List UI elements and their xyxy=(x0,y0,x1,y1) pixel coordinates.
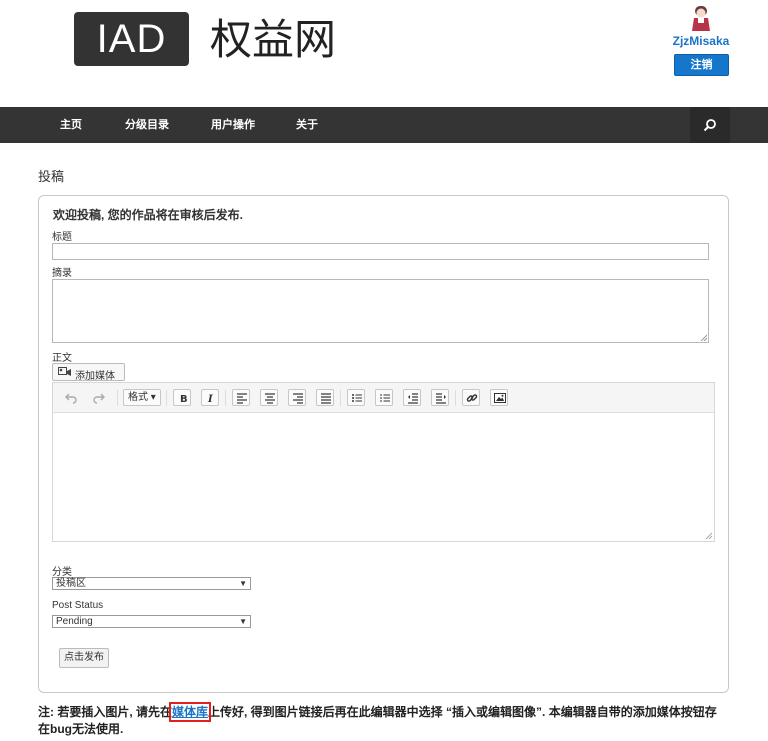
page-title: 投稿 xyxy=(38,169,65,184)
nav-item-home[interactable]: 主页 xyxy=(60,107,82,143)
category-value: 投稿区 xyxy=(56,578,86,589)
title-input[interactable] xyxy=(52,243,709,260)
bold-icon: B xyxy=(180,394,188,404)
resize-grip-icon[interactable] xyxy=(705,532,712,539)
undo-button[interactable] xyxy=(61,389,79,406)
numbered-list-icon xyxy=(380,394,390,402)
category-select[interactable]: 投稿区 ▼ xyxy=(52,577,251,590)
numbered-list-button[interactable] xyxy=(375,389,393,406)
undo-icon xyxy=(65,393,77,404)
format-dropdown[interactable]: 格式 ▾ xyxy=(123,389,161,406)
toolbar-divider xyxy=(455,390,456,406)
submit-button[interactable]: 点击发布 xyxy=(59,648,109,668)
align-right-icon xyxy=(293,393,303,404)
svg-text:B: B xyxy=(180,394,188,404)
insert-image-button[interactable] xyxy=(490,389,508,406)
indent-icon xyxy=(436,393,446,404)
body-label: 正文 xyxy=(52,353,72,364)
outdent-button[interactable] xyxy=(403,389,421,406)
toolbar-divider xyxy=(225,390,226,406)
indent-button[interactable] xyxy=(431,389,449,406)
submission-form: 欢迎投稿, 您的作品将在审核后发布. 标题 摘录 正文 添加媒体 格式 ▾ B … xyxy=(38,195,729,693)
welcome-message: 欢迎投稿, 您的作品将在审核后发布. xyxy=(53,208,244,222)
add-media-label: 添加媒体 xyxy=(75,371,115,382)
insert-link-button[interactable] xyxy=(462,389,480,406)
status-value: Pending xyxy=(56,616,93,627)
bullet-list-icon xyxy=(352,394,362,402)
redo-icon xyxy=(93,393,105,404)
image-icon xyxy=(494,393,506,403)
note-prefix: 注: 若要插入图片, 请先在 xyxy=(38,705,172,719)
outdent-icon xyxy=(408,393,418,404)
align-right-button[interactable] xyxy=(288,389,306,406)
status-select[interactable]: Pending ▼ xyxy=(52,615,251,628)
resize-grip-icon[interactable] xyxy=(700,334,707,341)
align-center-icon xyxy=(265,393,275,404)
excerpt-label: 摘录 xyxy=(52,268,72,279)
toolbar-divider xyxy=(117,390,118,406)
nav-item-categories[interactable]: 分级目录 xyxy=(125,107,169,143)
align-center-button[interactable] xyxy=(260,389,278,406)
editor-toolbar: 格式 ▾ B I xyxy=(53,383,714,413)
nav-item-user-actions[interactable]: 用户操作 xyxy=(211,107,255,143)
username[interactable]: ZjzMisaka xyxy=(668,34,734,48)
italic-icon: I xyxy=(207,394,213,404)
align-justify-button[interactable] xyxy=(316,389,334,406)
status-label: Post Status xyxy=(52,600,104,611)
media-library-link[interactable]: 媒体库 xyxy=(168,702,212,722)
logout-button[interactable]: 注销 xyxy=(674,54,729,76)
italic-button[interactable]: I xyxy=(201,389,219,406)
nav-item-about[interactable]: 关于 xyxy=(296,107,318,143)
add-media-button[interactable]: 添加媒体 xyxy=(52,363,125,382)
title-label: 标题 xyxy=(52,232,72,243)
svg-text:I: I xyxy=(207,394,213,404)
align-left-icon xyxy=(237,393,247,404)
dropdown-arrow-icon: ▼ xyxy=(239,617,247,626)
search-icon xyxy=(703,119,716,132)
bullet-list-button[interactable] xyxy=(347,389,365,406)
link-icon xyxy=(466,394,478,402)
excerpt-textarea[interactable] xyxy=(52,279,709,343)
main-nav: 主页 分级目录 用户操作 关于 xyxy=(0,107,768,143)
site-name: 权益网 xyxy=(210,15,337,64)
user-block: ZjzMisaka xyxy=(668,4,734,48)
search-button[interactable] xyxy=(690,107,730,143)
dropdown-arrow-icon: ▼ xyxy=(239,579,247,588)
toolbar-divider xyxy=(340,390,341,406)
format-label: 格式 xyxy=(128,392,148,403)
align-left-button[interactable] xyxy=(232,389,250,406)
bold-button[interactable]: B xyxy=(173,389,191,406)
rich-text-editor[interactable]: 格式 ▾ B I xyxy=(52,382,715,542)
media-icon xyxy=(58,367,71,376)
site-logo[interactable]: IAD xyxy=(74,12,189,66)
toolbar-divider xyxy=(166,390,167,406)
avatar[interactable] xyxy=(689,4,713,32)
category-label: 分类 xyxy=(52,567,72,578)
redo-button[interactable] xyxy=(89,389,107,406)
align-justify-icon xyxy=(321,393,331,404)
editor-note: 注: 若要插入图片, 请先在媒体库上传好, 得到图片链接后再在此编辑器中选择 “… xyxy=(38,702,728,738)
